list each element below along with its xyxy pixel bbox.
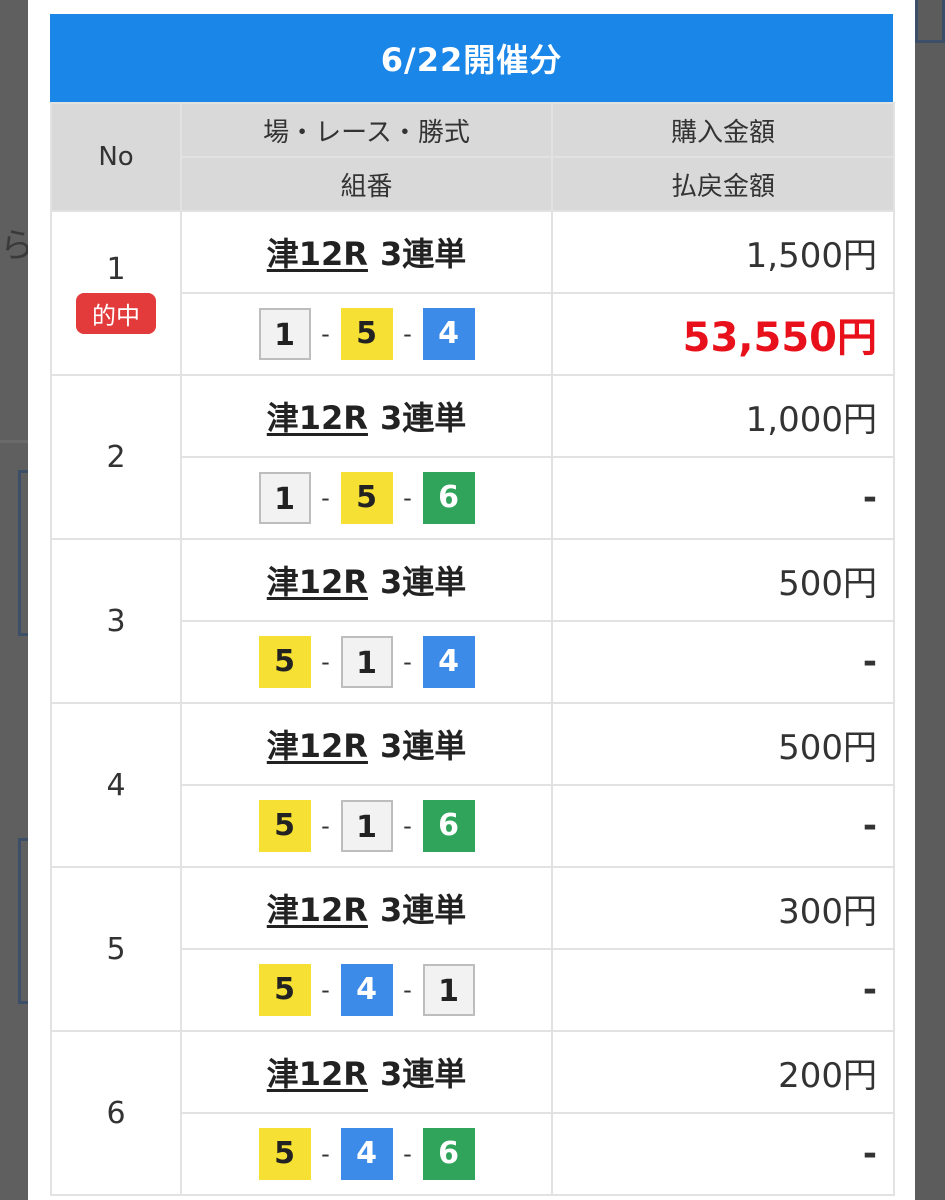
row-number-cell: 6 <box>50 1030 182 1196</box>
table-row: 5 津12R 3連単 300円 <box>50 866 895 1032</box>
row-number-cell: 5 <box>50 866 182 1032</box>
boat-number-badge: 1 <box>258 308 311 360</box>
payout-amount: 53,550円 <box>551 292 895 376</box>
boat-number-badge: 4 <box>340 964 393 1016</box>
combo-separator: - <box>403 1140 412 1168</box>
race-cell: 津12R 3連単 <box>180 866 553 950</box>
table-row: 4 津12R 3連単 500円 <box>50 702 895 868</box>
boat-number-badge: 5 <box>258 964 311 1016</box>
row-number-cell: 2 <box>50 374 182 540</box>
bet-amount: 200円 <box>551 1030 895 1114</box>
boat-number-badge: 4 <box>422 636 475 688</box>
combo-separator: - <box>321 812 330 840</box>
table-row: 6 津12R 3連単 200円 <box>50 1030 895 1196</box>
header-combo: 組番 <box>180 156 553 212</box>
combo-cell: 5-4-6 <box>180 1112 553 1196</box>
race-link[interactable]: 津12R <box>267 1055 368 1093</box>
combo-separator: - <box>321 648 330 676</box>
row-number: 1 <box>106 252 126 287</box>
bet-type: 3連単 <box>379 1055 467 1093</box>
race-cell: 津12R 3連単 <box>180 1030 553 1114</box>
row-number: 6 <box>106 1095 126 1131</box>
payout-amount: - <box>551 620 895 704</box>
combo-separator: - <box>321 320 330 348</box>
bet-amount: 500円 <box>551 538 895 622</box>
combo-separator: - <box>403 976 412 1004</box>
backdrop-right <box>913 0 945 1200</box>
header-race: 場・レース・勝式 <box>180 102 553 158</box>
combo-cell: 5-4-1 <box>180 948 553 1032</box>
row-number-cell: 1 的中 <box>50 210 182 376</box>
boat-number-badge: 4 <box>422 308 475 360</box>
bet-amount: 1,000円 <box>551 374 895 458</box>
bet-amount: 1,500円 <box>551 210 895 294</box>
boat-number-badge: 6 <box>422 472 475 524</box>
table-row: 1 的中 津12R 3連単 1,500円 <box>50 210 895 376</box>
bet-type: 3連単 <box>379 235 467 273</box>
boat-number-badge: 6 <box>422 1128 475 1180</box>
combo-separator: - <box>321 976 330 1004</box>
row-number-cell: 3 <box>50 538 182 704</box>
bet-type: 3連単 <box>379 891 467 929</box>
backdrop-card <box>915 0 945 43</box>
header-no: No <box>50 102 182 212</box>
boat-number-badge: 5 <box>258 636 311 688</box>
row-number: 5 <box>106 931 126 967</box>
boat-number-badge: 1 <box>422 964 475 1016</box>
payout-amount: - <box>551 948 895 1032</box>
combo-cell: 5-1-6 <box>180 784 553 868</box>
purchase-history-modal: 6/22開催分 No 場・レース・勝式 購入金額 組番 払戻金額 1 的中 津12R… <box>28 0 915 1200</box>
bet-table: No 場・レース・勝式 購入金額 組番 払戻金額 1 的中 津12R 3連単 1,500… <box>50 102 895 1196</box>
boat-number-badge: 5 <box>258 800 311 852</box>
combo-separator: - <box>321 484 330 512</box>
race-link[interactable]: 津12R <box>267 235 368 273</box>
table-row: 2 津12R 3連単 1,000円 <box>50 374 895 540</box>
bet-type: 3連単 <box>379 563 467 601</box>
race-cell: 津12R 3連単 <box>180 538 553 622</box>
row-number: 4 <box>106 767 126 803</box>
payout-amount: - <box>551 1112 895 1196</box>
race-cell: 津12R 3連単 <box>180 702 553 786</box>
boat-number-badge: 1 <box>340 636 393 688</box>
bet-type: 3連単 <box>379 399 467 437</box>
combo-cell: 1-5-6 <box>180 456 553 540</box>
bet-type: 3連単 <box>379 727 467 765</box>
hit-badge: 的中 <box>76 293 156 334</box>
row-number: 2 <box>106 439 126 475</box>
payout-amount: - <box>551 784 895 868</box>
race-cell: 津12R 3連単 <box>180 374 553 458</box>
date-title: 6/22開催分 <box>50 14 893 102</box>
combo-separator: - <box>403 320 412 348</box>
combo-separator: - <box>403 812 412 840</box>
boat-number-badge: 4 <box>340 1128 393 1180</box>
boat-number-badge: 5 <box>258 1128 311 1180</box>
table-row: 3 津12R 3連単 500円 <box>50 538 895 704</box>
bet-amount: 500円 <box>551 702 895 786</box>
combo-separator: - <box>321 1140 330 1168</box>
race-link[interactable]: 津12R <box>267 891 368 929</box>
row-number-cell: 4 <box>50 702 182 868</box>
combo-cell: 1-5-4 <box>180 292 553 376</box>
boat-number-badge: 6 <box>422 800 475 852</box>
race-link[interactable]: 津12R <box>267 399 368 437</box>
race-cell: 津12R 3連単 <box>180 210 553 294</box>
bet-amount: 300円 <box>551 866 895 950</box>
boat-number-badge: 5 <box>340 308 393 360</box>
boat-number-badge: 1 <box>258 472 311 524</box>
row-number: 3 <box>106 603 126 639</box>
combo-separator: - <box>403 484 412 512</box>
backdrop-divider <box>0 440 28 443</box>
boat-number-badge: 1 <box>340 800 393 852</box>
header-payout: 払戻金額 <box>551 156 895 212</box>
race-link[interactable]: 津12R <box>267 563 368 601</box>
boat-number-badge: 5 <box>340 472 393 524</box>
race-link[interactable]: 津12R <box>267 727 368 765</box>
header-bet: 購入金額 <box>551 102 895 158</box>
combo-cell: 5-1-4 <box>180 620 553 704</box>
payout-amount: - <box>551 456 895 540</box>
combo-separator: - <box>403 648 412 676</box>
